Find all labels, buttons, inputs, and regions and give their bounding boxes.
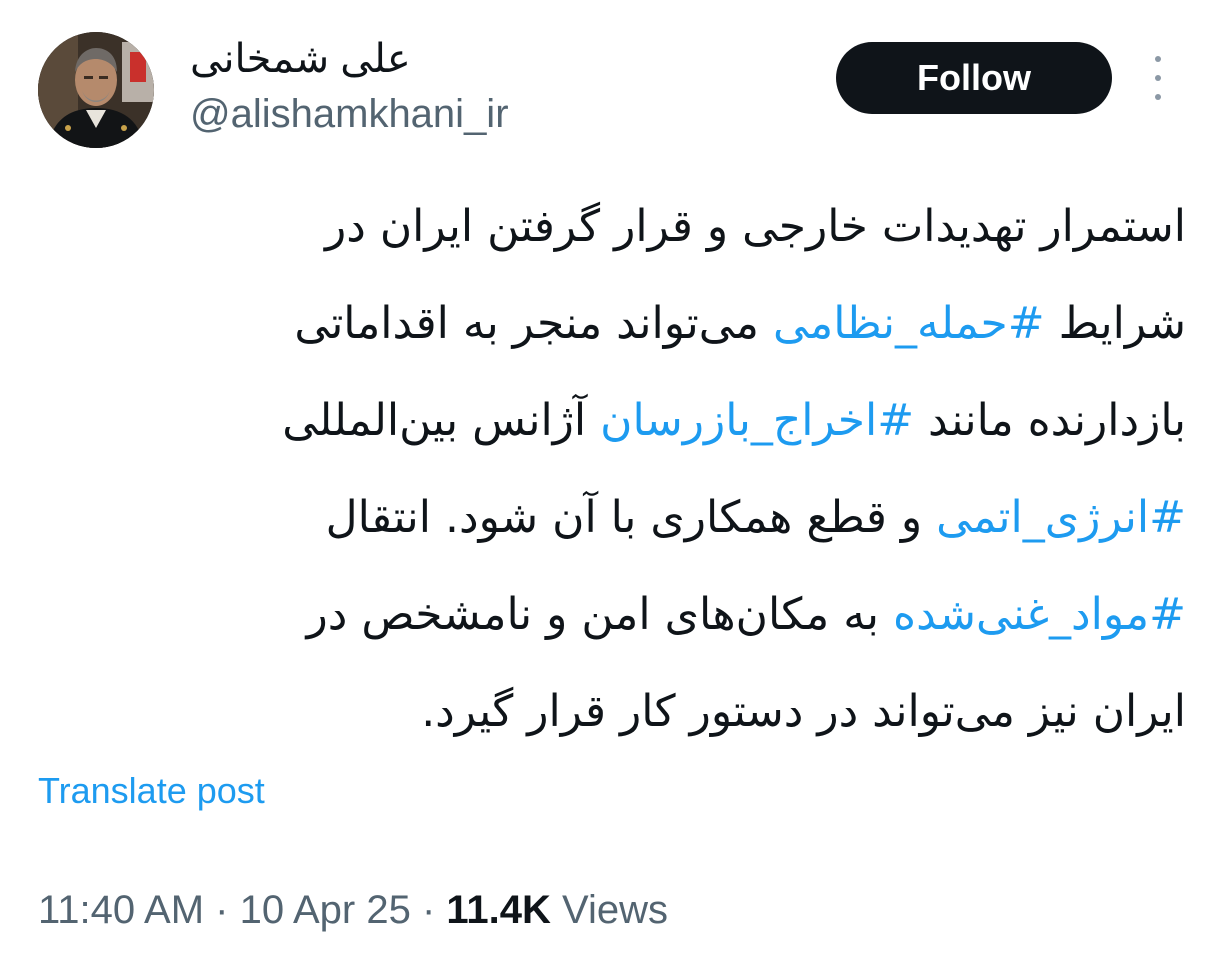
tweet-text-segment: بازدارنده مانند bbox=[914, 395, 1186, 446]
tweet-text-segment: استمرار تهدیدات خارجی و قرار گرفتن ایران… bbox=[325, 201, 1186, 252]
avatar[interactable] bbox=[38, 32, 154, 148]
tweet-text-segment: و قطع همکاری با آن شود. انتقال bbox=[325, 492, 937, 543]
hashtag-link[interactable]: #حمله_نظامی bbox=[773, 298, 1045, 349]
author-display-name[interactable]: علی شمخانی bbox=[190, 36, 411, 82]
tweet-text-segment: می‌تواند منجر به اقداماتی bbox=[294, 298, 773, 349]
dot bbox=[1155, 75, 1161, 81]
views-label: Views bbox=[550, 888, 669, 932]
tweet-time[interactable]: 11:40 AM bbox=[38, 888, 204, 932]
tweet-line: #انرژی_اتمی و قطع همکاری با آن شود. انتق… bbox=[40, 469, 1186, 566]
tweet-meta: 11:40 AM · 10 Apr 25 · 11.4K Views bbox=[38, 888, 668, 933]
meta-separator: · bbox=[410, 888, 447, 932]
tweet-header: علی شمخانی @alishamkhani_ir Follow bbox=[0, 0, 1220, 160]
tweet-date[interactable]: 10 Apr 25 bbox=[240, 888, 411, 932]
tweet-line: شرایط #حمله_نظامی می‌تواند منجر به اقدام… bbox=[40, 275, 1186, 372]
tweet-line: ایران نیز می‌تواند در دستور کار قرار گیر… bbox=[40, 663, 1186, 760]
tweet-line: استمرار تهدیدات خارجی و قرار گرفتن ایران… bbox=[40, 178, 1186, 275]
views-count: 11.4K bbox=[446, 888, 551, 932]
hashtag-link[interactable]: #اخراج_بازرسان bbox=[600, 395, 914, 446]
tweet-text: استمرار تهدیدات خارجی و قرار گرفتن ایران… bbox=[40, 178, 1186, 760]
tweet-text-segment: شرایط bbox=[1044, 298, 1186, 349]
tweet-text-segment: آژانس بین‌المللی bbox=[282, 395, 601, 446]
dot bbox=[1155, 56, 1161, 62]
author-handle[interactable]: @alishamkhani_ir bbox=[190, 92, 509, 137]
more-vertical-icon[interactable] bbox=[1146, 56, 1170, 100]
tweet-line: #مواد_غنی‌شده به مکان‌های امن و نامشخص د… bbox=[40, 566, 1186, 663]
tweet-line: بازدارنده مانند #اخراج_بازرسان آژانس بین… bbox=[40, 372, 1186, 469]
hashtag-link[interactable]: #مواد_غنی‌شده bbox=[893, 589, 1186, 640]
meta-separator: · bbox=[204, 888, 240, 932]
tweet-text-segment: به مکان‌های امن و نامشخص در bbox=[306, 589, 894, 640]
translate-post-link[interactable]: Translate post bbox=[38, 770, 265, 812]
dot bbox=[1155, 94, 1161, 100]
tweet-text-segment: ایران نیز می‌تواند در دستور کار قرار گیر… bbox=[421, 686, 1186, 737]
follow-button[interactable]: Follow bbox=[836, 42, 1112, 114]
hashtag-link[interactable]: #انرژی_اتمی bbox=[936, 492, 1186, 543]
avatar-portrait-icon bbox=[38, 32, 154, 148]
